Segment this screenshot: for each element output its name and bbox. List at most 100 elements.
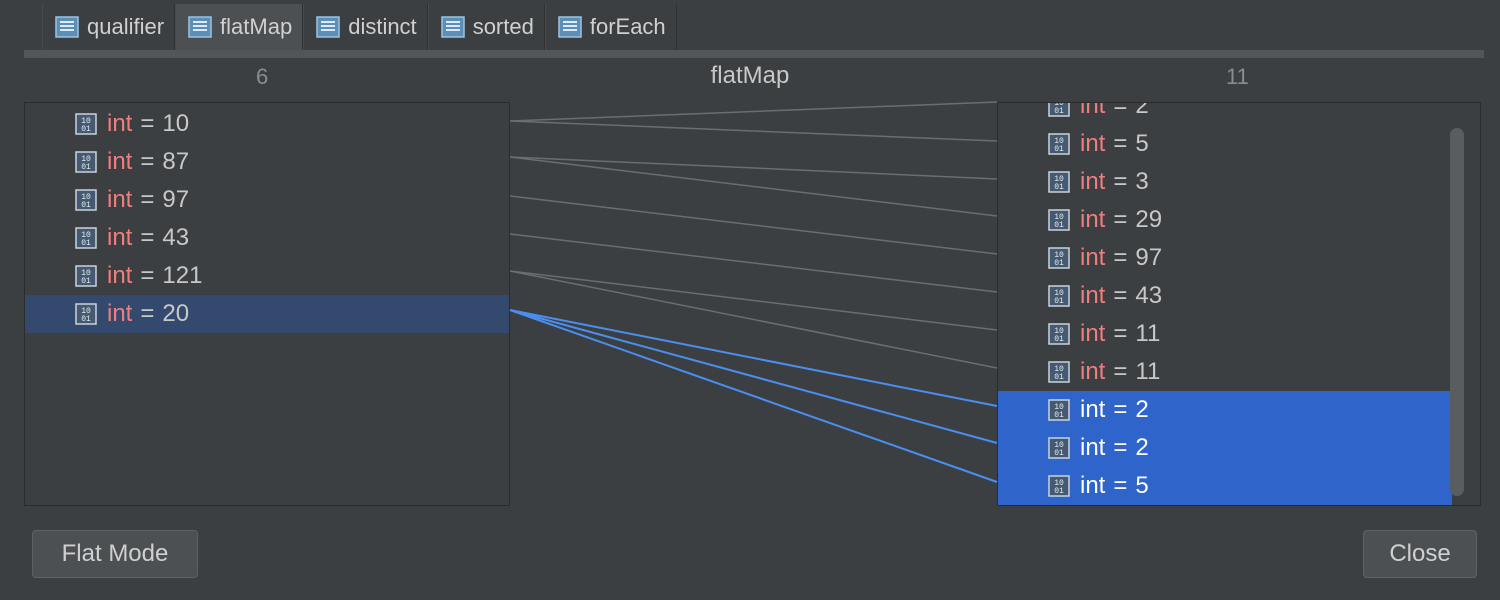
- value-number: 20: [162, 300, 190, 327]
- list-item[interactable]: 10 01 int = 3: [998, 163, 1452, 201]
- binary-value-icon: 1001: [1048, 475, 1070, 497]
- close-button[interactable]: Close: [1363, 530, 1477, 578]
- list-item[interactable]: 10 01 int = 97: [25, 181, 509, 219]
- svg-text:01: 01: [1054, 221, 1064, 230]
- equals-sign: =: [1113, 472, 1128, 499]
- binary-value-icon: 1001: [1048, 103, 1070, 117]
- tab-label: distinct: [348, 14, 417, 39]
- equals-sign: =: [1113, 206, 1128, 233]
- value-number: 2: [1135, 396, 1149, 423]
- value-type: int: [107, 300, 133, 327]
- equals-sign: =: [1113, 168, 1128, 195]
- value-type: int: [1080, 206, 1106, 233]
- equals-sign: =: [1113, 282, 1128, 309]
- list-item-selected[interactable]: 10 01 int = 2: [998, 429, 1452, 467]
- table-icon: [558, 16, 582, 38]
- tab-bar: qualifier flatMap distinct sorted forEac…: [42, 4, 677, 50]
- svg-text:01: 01: [1054, 449, 1064, 458]
- equals-sign: =: [1113, 358, 1128, 385]
- right-count: 11: [1226, 64, 1249, 89]
- value-number: 5: [1135, 472, 1149, 499]
- list-item[interactable]: 10 01 int = 43: [998, 277, 1452, 315]
- value-number: 2: [1135, 434, 1149, 461]
- equals-sign: =: [1113, 244, 1128, 271]
- value-number: 87: [162, 148, 190, 175]
- list-item[interactable]: 10 01 int = 10: [25, 105, 509, 143]
- tab-distinct[interactable]: distinct: [303, 4, 428, 50]
- value-type: int: [1080, 320, 1106, 347]
- tab-sorted[interactable]: sorted: [427, 4, 545, 50]
- value-number: 11: [1135, 320, 1161, 347]
- value-number: 2: [1135, 102, 1149, 119]
- scrollbar-thumb[interactable]: [1450, 128, 1464, 496]
- list-item[interactable]: 10 01 int = 97: [998, 239, 1452, 277]
- value-number: 11: [1135, 358, 1161, 385]
- binary-value-icon: 1001: [75, 113, 97, 135]
- list-item[interactable]: 10 01 int = 43: [25, 219, 509, 257]
- value-number: 3: [1135, 168, 1149, 195]
- svg-text:01: 01: [1054, 335, 1064, 344]
- list-item-selected[interactable]: 10 01 int = 2: [998, 391, 1452, 429]
- svg-text:01: 01: [81, 163, 91, 172]
- tab-underline: [24, 50, 1484, 58]
- binary-value-icon: 1001: [75, 151, 97, 173]
- list-item-selected[interactable]: 10 01 int = 20: [25, 295, 509, 333]
- value-number: 43: [162, 224, 190, 251]
- value-type: int: [1080, 472, 1106, 499]
- binary-value-icon: 1001: [1048, 285, 1070, 307]
- binary-value-icon: 1001: [1048, 323, 1070, 345]
- tab-label: flatMap: [220, 14, 293, 39]
- svg-text:01: 01: [1054, 259, 1064, 268]
- svg-text:01: 01: [1054, 411, 1064, 420]
- list-item[interactable]: 10 01 int = 87: [25, 143, 509, 181]
- value-type: int: [107, 262, 133, 289]
- mapping-line: [509, 270, 998, 369]
- equals-sign: =: [1113, 102, 1128, 119]
- mapping-line-selected: [509, 309, 998, 444]
- binary-value-icon: 1001: [75, 189, 97, 211]
- flat-mode-button[interactable]: Flat Mode: [32, 530, 198, 578]
- mapping-line: [509, 270, 998, 331]
- value-type: int: [1080, 282, 1106, 309]
- value-number: 97: [1135, 244, 1163, 271]
- tab-flatmap[interactable]: flatMap: [175, 4, 304, 50]
- mapping-line: [509, 101, 998, 122]
- svg-text:01: 01: [1054, 297, 1064, 306]
- binary-value-icon: 1001: [1048, 399, 1070, 421]
- value-number: 121: [162, 262, 203, 289]
- binary-value-icon: 1001: [1048, 171, 1070, 193]
- svg-text:01: 01: [81, 277, 91, 286]
- equals-sign: =: [1113, 130, 1128, 157]
- binary-value-icon: 1001: [1048, 361, 1070, 383]
- mapping-line-selected: [509, 309, 998, 407]
- equals-sign: =: [140, 148, 155, 175]
- list-item[interactable]: 10 01 int = 11: [998, 315, 1452, 353]
- value-number: 10: [162, 110, 190, 137]
- value-number: 5: [1135, 130, 1149, 157]
- list-item[interactable]: 10 01 int = 121: [25, 257, 509, 295]
- equals-sign: =: [140, 186, 155, 213]
- equals-sign: =: [140, 262, 155, 289]
- tab-label: qualifier: [87, 14, 165, 39]
- tab-qualifier[interactable]: qualifier: [42, 4, 176, 50]
- value-type: int: [107, 110, 133, 137]
- table-icon: [316, 16, 340, 38]
- list-item[interactable]: 10 01 int = 29: [998, 201, 1452, 239]
- right-values-list[interactable]: 10 01 int = 2 10 01 int = 5 10 01 int = 3 10 01 in…: [997, 102, 1481, 506]
- svg-text:01: 01: [81, 315, 91, 324]
- value-type: int: [107, 148, 133, 175]
- list-item-selected[interactable]: 10 01 int = 5: [998, 467, 1452, 505]
- left-values-list[interactable]: 10 01 int = 10 10 01 int = 87 10 01 int = 97 10 01…: [24, 102, 510, 506]
- list-item[interactable]: 10 01 int = 2: [998, 102, 1452, 125]
- svg-text:01: 01: [1054, 183, 1064, 192]
- value-type: int: [1080, 396, 1106, 423]
- binary-value-icon: 1001: [75, 265, 97, 287]
- tab-foreach[interactable]: forEach: [544, 4, 677, 50]
- list-item[interactable]: 10 01 int = 11: [998, 353, 1452, 391]
- svg-text:01: 01: [1054, 145, 1064, 154]
- mapping-line: [509, 120, 998, 142]
- value-type: int: [1080, 358, 1106, 385]
- mapping-line: [509, 156, 998, 217]
- page-title: flatMap: [710, 62, 790, 89]
- list-item[interactable]: 10 01 int = 5: [998, 125, 1452, 163]
